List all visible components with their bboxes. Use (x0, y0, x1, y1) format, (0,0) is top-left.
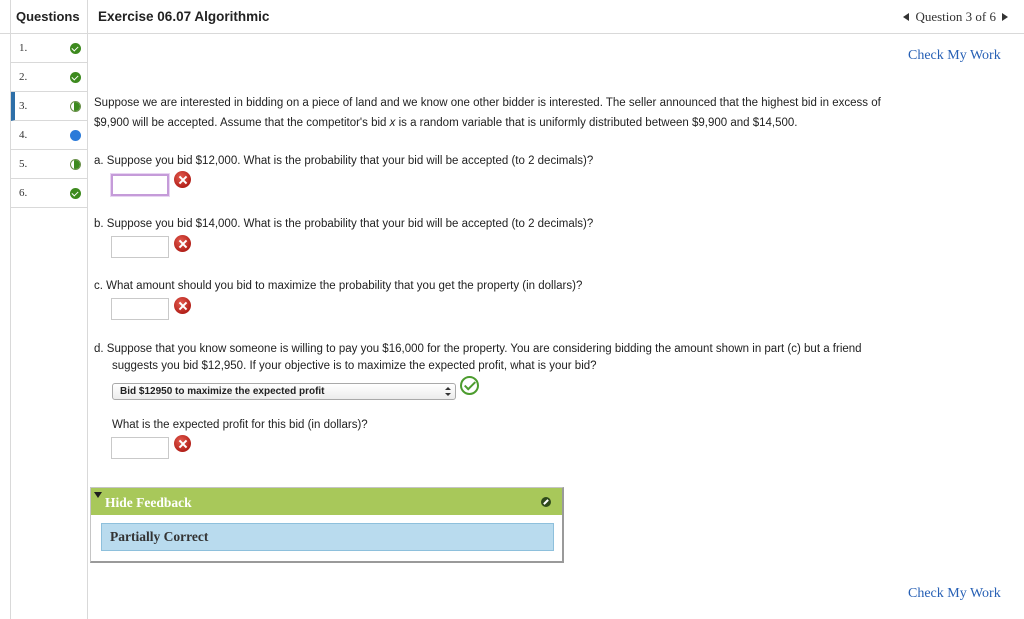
sidebar-item-5[interactable]: 5. (11, 150, 87, 179)
incorrect-icon (174, 435, 191, 452)
intro-text: is a random variable that is uniformly d… (395, 117, 798, 129)
part-b-question: b. Suppose you bid $14,000. What is the … (94, 218, 594, 230)
part-d-question-line-1: d. Suppose that you know someone is will… (94, 343, 862, 355)
part-b-answer-input[interactable] (111, 236, 169, 258)
sidebar-item-2[interactable]: 2. (11, 63, 87, 92)
question-content: Check My Work Suppose we are interested … (88, 34, 1024, 619)
part-c-answer-input[interactable] (111, 298, 169, 320)
hide-feedback-toggle[interactable]: Hide Feedback (91, 488, 562, 515)
incorrect-icon (174, 171, 191, 188)
current-status-icon (70, 130, 81, 141)
collapse-triangle-icon (94, 492, 102, 498)
partial-status-icon (70, 159, 81, 170)
sidebar-item-label: 5. (19, 158, 28, 170)
sidebar-item-4[interactable]: 4. (11, 121, 87, 150)
sidebar-item-label: 6. (19, 187, 28, 199)
exercise-title: Exercise 06.07 Algorithmic (98, 9, 270, 24)
sidebar-item-label: 1. (19, 42, 28, 54)
questions-header: Questions (10, 0, 88, 34)
question-position: Question 3 of 6 (915, 9, 996, 24)
correct-status-icon (70, 72, 81, 83)
part-d-question-line-2: suggests you bid $12,950. If your object… (112, 360, 597, 372)
sidebar-item-label: 3. (19, 100, 28, 112)
part-a-question: a. Suppose you bid $12,000. What is the … (94, 155, 594, 167)
sidebar-item-6[interactable]: 6. (11, 179, 87, 208)
correct-check-icon (460, 376, 479, 395)
question-sidebar: 1. 2. 3. 4. 5. 6. (10, 34, 88, 619)
top-bar: Questions Exercise 06.07 Algorithmic Que… (0, 0, 1024, 34)
part-c-question: c. What amount should you bid to maximiz… (94, 280, 583, 292)
edit-pencil-icon[interactable] (541, 497, 551, 507)
partial-status-icon (70, 101, 81, 112)
check-my-work-link-top[interactable]: Check My Work (908, 48, 1001, 64)
question-intro: Suppose we are interested in bidding on … (94, 93, 994, 133)
intro-line-2: $9,900 will be accepted. Assume that the… (94, 113, 994, 133)
correct-status-icon (70, 43, 81, 54)
previous-question-icon[interactable] (903, 13, 910, 21)
sidebar-item-label: 2. (19, 71, 28, 83)
sidebar-item-label: 4. (19, 129, 28, 141)
intro-text: $9,900 will be accepted. Assume that the… (94, 117, 390, 129)
incorrect-icon (174, 297, 191, 314)
check-my-work-link-bottom[interactable]: Check My Work (908, 586, 1001, 602)
select-value: Bid $12950 to maximize the expected prof… (120, 386, 325, 397)
feedback-result: Partially Correct (101, 523, 554, 551)
part-a-answer-input[interactable] (111, 174, 169, 196)
intro-line-1: Suppose we are interested in bidding on … (94, 97, 881, 109)
select-arrows-icon (445, 387, 451, 396)
expected-profit-input[interactable] (111, 437, 169, 459)
part-d-bid-select[interactable]: Bid $12950 to maximize the expected prof… (112, 383, 456, 400)
next-question-icon[interactable] (1002, 13, 1008, 21)
feedback-panel: Hide Feedback Partially Correct (90, 487, 564, 563)
question-navigator: Question 3 of 6 (903, 0, 1008, 34)
correct-status-icon (70, 188, 81, 199)
incorrect-icon (174, 235, 191, 252)
sidebar-item-1[interactable]: 1. (11, 34, 87, 63)
sidebar-item-3[interactable]: 3. (11, 92, 87, 121)
feedback-toggle-label: Hide Feedback (105, 495, 192, 510)
expected-profit-question: What is the expected profit for this bid… (112, 419, 368, 431)
